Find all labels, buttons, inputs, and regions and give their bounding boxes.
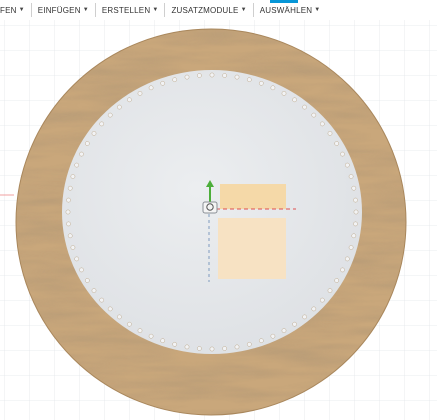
menu-einfuegen-label: EINFÜGEN: [37, 5, 81, 15]
mounting-hole: [281, 91, 287, 96]
mounting-hole: [234, 344, 240, 350]
mounting-hole: [292, 321, 297, 327]
3d-viewport[interactable]: [0, 20, 437, 420]
menu-erstellen[interactable]: ERSTELLEN ▼: [98, 0, 163, 20]
mounting-hole: [353, 221, 358, 227]
mounting-hole: [222, 73, 227, 78]
mounting-hole: [107, 306, 113, 312]
mounting-hole: [172, 341, 177, 347]
mounting-hole: [74, 256, 79, 262]
mounting-hole: [160, 81, 165, 86]
mounting-hole: [79, 151, 84, 157]
mounting-hole: [137, 328, 143, 333]
sketch-rectangle-top[interactable]: [220, 184, 286, 209]
menu-aendern[interactable]: FEN ▼: [0, 0, 29, 20]
mounting-hole: [348, 174, 354, 179]
mounting-hole: [246, 77, 252, 82]
mounting-hole: [340, 267, 345, 273]
mounting-hole: [302, 314, 307, 320]
mounting-hole: [172, 77, 177, 82]
mounting-hole: [74, 162, 79, 168]
menu-divider: [164, 3, 166, 17]
mounting-hole: [258, 81, 264, 86]
mounting-hole: [117, 104, 122, 110]
mounting-hole: [117, 314, 122, 320]
mounting-hole: [209, 72, 215, 78]
mounting-hole: [65, 209, 71, 215]
menu-auswaehlen[interactable]: AUSWÄHLEN ▼: [256, 0, 325, 20]
mounting-hole: [353, 209, 359, 215]
mounting-hole: [70, 174, 76, 179]
mounting-hole: [91, 131, 97, 136]
menu-erstellen-label: ERSTELLEN: [101, 5, 151, 15]
mounting-hole: [137, 91, 143, 96]
mounting-hole: [311, 306, 317, 312]
mounting-hole: [184, 344, 190, 350]
menu-aendern-label: FEN: [0, 5, 17, 15]
active-tab-indicator: [270, 0, 298, 3]
mounting-hole: [258, 338, 264, 344]
mounting-hole: [107, 112, 113, 118]
mounting-hole: [327, 131, 333, 136]
mounting-hole: [344, 162, 350, 168]
chevron-down-icon: ▼: [240, 7, 247, 13]
mounting-hole: [148, 85, 154, 91]
mounting-hole: [270, 85, 276, 91]
menu-einfuegen[interactable]: EINFÜGEN ▼: [34, 0, 93, 20]
mounting-hole: [334, 278, 340, 283]
mounting-hole: [85, 141, 90, 146]
chevron-down-icon: ▼: [152, 7, 159, 13]
mounting-hole: [99, 297, 104, 303]
mounting-hole: [353, 197, 358, 203]
menu-divider: [94, 3, 96, 17]
mounting-hole: [99, 121, 104, 127]
mounting-hole: [281, 328, 287, 333]
mounting-hole: [302, 104, 307, 110]
sketch-geometry[interactable]: [208, 184, 296, 282]
mounting-hole: [348, 245, 354, 250]
menu-zusatzmodule[interactable]: ZUSATZMODULE ▼: [167, 0, 250, 20]
mounting-hole: [148, 333, 154, 339]
mounting-hole: [184, 74, 190, 80]
mounting-hole: [67, 233, 73, 239]
menu-zusatzmodule-label: ZUSATZMODULE: [171, 5, 239, 15]
mounting-hole: [222, 346, 227, 351]
mounting-hole: [127, 321, 132, 327]
mounting-hole: [292, 97, 297, 103]
mounting-hole: [197, 73, 202, 78]
mounting-hole: [70, 245, 76, 250]
toolbar: FEN ▼ EINFÜGEN ▼ ERSTELLEN ▼ ZUSATZMODUL…: [0, 0, 437, 20]
menu-auswaehlen-label: AUSWÄHLEN: [259, 5, 313, 15]
menu-divider: [252, 3, 254, 17]
mounting-hole: [66, 221, 71, 227]
chevron-down-icon: ▼: [18, 7, 25, 13]
mounting-hole: [127, 97, 132, 103]
mounting-hole: [311, 112, 317, 118]
sketch-rectangle-bottom[interactable]: [218, 218, 286, 279]
mounting-hole: [91, 288, 97, 293]
viewport-canvas[interactable]: [0, 20, 437, 420]
chevron-down-icon: ▼: [314, 7, 321, 13]
mounting-hole: [351, 233, 357, 239]
mounting-hole: [160, 338, 165, 344]
mounting-hole: [327, 288, 333, 293]
mounting-hole: [246, 341, 252, 347]
mounting-hole: [66, 197, 71, 203]
mounting-hole: [344, 256, 350, 262]
chevron-down-icon: ▼: [82, 7, 89, 13]
mounting-hole: [340, 151, 345, 157]
mounting-hole: [351, 185, 357, 191]
mounting-hole: [209, 346, 215, 352]
mounting-hole: [319, 297, 325, 303]
mounting-hole: [334, 141, 340, 146]
mounting-hole: [67, 185, 73, 191]
mounting-hole: [85, 278, 90, 283]
mounting-hole: [79, 267, 84, 273]
menu-divider: [30, 3, 32, 17]
mounting-hole: [234, 74, 240, 80]
mounting-hole: [270, 333, 276, 339]
mounting-hole: [197, 346, 202, 351]
mounting-hole: [319, 121, 325, 127]
